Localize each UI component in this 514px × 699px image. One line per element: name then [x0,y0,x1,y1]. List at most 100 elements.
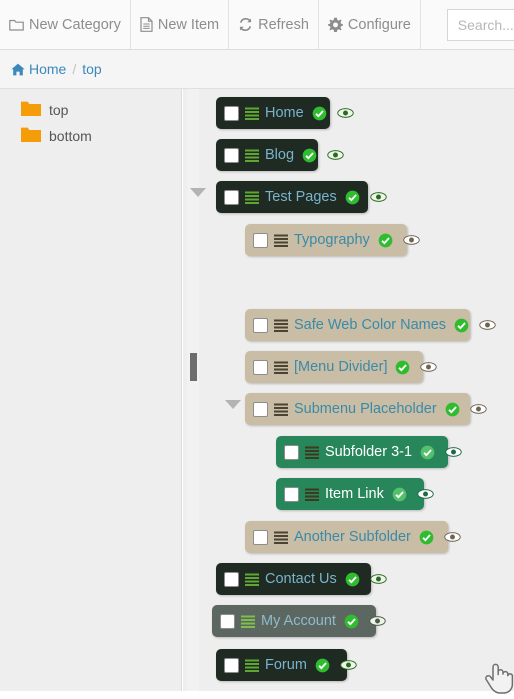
tree-node-label: Subfolder 3-1 [325,444,413,460]
published-check-icon[interactable] [378,233,393,248]
visibility-eye-icon[interactable] [336,107,354,119]
collapse-arrow-test-pages[interactable] [190,188,206,197]
published-check-icon[interactable] [419,530,434,545]
drag-handle-icon[interactable] [274,361,288,374]
tree-node-safe-web-color-names[interactable]: Safe Web Color Names [245,309,496,341]
refresh-icon [238,17,253,32]
breadcrumb-home-label: Home [29,61,67,77]
visibility-eye-icon[interactable] [340,659,357,671]
new-item-button[interactable]: New Item [131,0,230,49]
drag-handle-icon[interactable] [245,659,259,672]
gear-icon [327,17,343,32]
sidebar: top bottom [0,89,182,691]
tree-node-label: [Menu Divider] [294,359,388,375]
published-check-icon[interactable] [345,190,360,205]
configure-button[interactable]: Configure [319,0,421,49]
breadcrumb-separator: / [72,61,77,77]
published-check-icon[interactable] [392,487,407,502]
tree-node-label: Contact Us [265,571,337,587]
published-check-icon[interactable] [345,572,360,587]
document-icon [140,17,153,32]
tree-node-another-subfolder[interactable]: Another Subfolder [245,521,461,553]
visibility-eye-icon[interactable] [444,531,461,543]
search-container [421,0,514,49]
tree-node-my-account[interactable]: My Account [212,605,386,637]
tree-node-blog[interactable]: Blog [216,139,344,171]
checkbox[interactable] [224,147,239,163]
drag-handle-icon[interactable] [241,615,255,628]
checkbox[interactable] [253,317,268,333]
checkbox[interactable] [220,613,235,629]
tree-node-forum[interactable]: Forum [216,649,357,681]
collapse-arrow-submenu-placeholder[interactable] [225,400,241,409]
breadcrumb-current[interactable]: top [82,61,101,77]
drag-handle-icon[interactable] [274,403,288,416]
drag-handle-icon[interactable] [245,573,259,586]
checkbox[interactable] [253,232,268,248]
visibility-eye-icon[interactable] [417,488,434,500]
visibility-eye-icon[interactable] [403,234,420,246]
checkbox[interactable] [253,401,268,417]
drag-handle-icon[interactable] [274,319,288,332]
checkbox[interactable] [284,486,299,502]
tree-node-label: My Account [261,613,336,629]
tree-scrollbar[interactable] [187,89,199,691]
visibility-eye-icon[interactable] [370,573,387,585]
drag-handle-icon[interactable] [245,149,259,162]
published-check-icon[interactable] [395,360,410,375]
tree-node-typography[interactable]: Typography [245,224,420,256]
published-check-icon[interactable] [420,445,435,460]
breadcrumb: Home / top [0,50,514,89]
tree-node-label: Blog [265,147,295,163]
published-check-icon[interactable] [445,402,460,417]
published-check-icon[interactable] [454,318,469,333]
visibility-eye-icon[interactable] [370,191,387,203]
folder-icon [20,100,42,120]
sidebar-folder-top[interactable]: top [0,97,181,123]
tree-node-submenu-placeholder[interactable]: Submenu Placeholder [245,393,487,425]
refresh-button[interactable]: Refresh [229,0,319,49]
tree-node-menu-divider[interactable]: [Menu Divider] [245,351,438,383]
checkbox[interactable] [284,444,299,460]
checkbox[interactable] [224,571,239,587]
published-check-icon[interactable] [312,106,327,121]
home-icon [11,63,25,76]
drag-handle-icon[interactable] [274,531,288,544]
checkbox[interactable] [224,189,239,205]
configure-label: Configure [347,16,411,33]
search-input[interactable] [446,8,514,41]
visibility-eye-icon[interactable] [445,446,462,458]
sidebar-folder-top-label: top [49,102,69,118]
tree-node-home[interactable]: Home [216,97,354,129]
drag-handle-icon[interactable] [274,234,288,247]
new-category-button[interactable]: New Category [0,0,131,49]
published-check-icon[interactable] [315,658,330,673]
sidebar-folder-bottom-label: bottom [49,128,92,144]
sidebar-folder-bottom[interactable]: bottom [0,123,181,149]
tree-scrollbar-thumb[interactable] [190,353,197,381]
tree-node-test-pages[interactable]: Test Pages [216,181,387,213]
checkbox[interactable] [224,105,239,121]
drag-handle-icon[interactable] [305,446,319,459]
checkbox[interactable] [253,359,268,375]
tree-node-label: Item Link [325,486,384,502]
published-check-icon[interactable] [344,614,359,629]
visibility-eye-icon[interactable] [479,319,496,331]
tree-node-item-link[interactable]: Item Link [276,478,434,510]
drag-handle-icon[interactable] [245,191,259,204]
tree-node-contact-us[interactable]: Contact Us [216,563,387,595]
visibility-eye-icon[interactable] [327,149,344,161]
tree-node-subfolder-3-1[interactable]: Subfolder 3-1 [276,436,462,468]
drag-handle-icon[interactable] [305,488,319,501]
checkbox[interactable] [224,657,239,673]
folder-icon [20,126,42,146]
tree-node-label: Safe Web Color Names [294,317,447,333]
breadcrumb-home[interactable]: Home [11,61,66,77]
published-check-icon[interactable] [302,148,317,163]
checkbox[interactable] [253,529,268,545]
visibility-eye-icon[interactable] [369,615,386,627]
visibility-eye-icon[interactable] [469,403,487,415]
drag-handle-icon[interactable] [245,107,259,120]
tree-node-label: Typography [294,232,370,248]
visibility-eye-icon[interactable] [420,361,438,373]
